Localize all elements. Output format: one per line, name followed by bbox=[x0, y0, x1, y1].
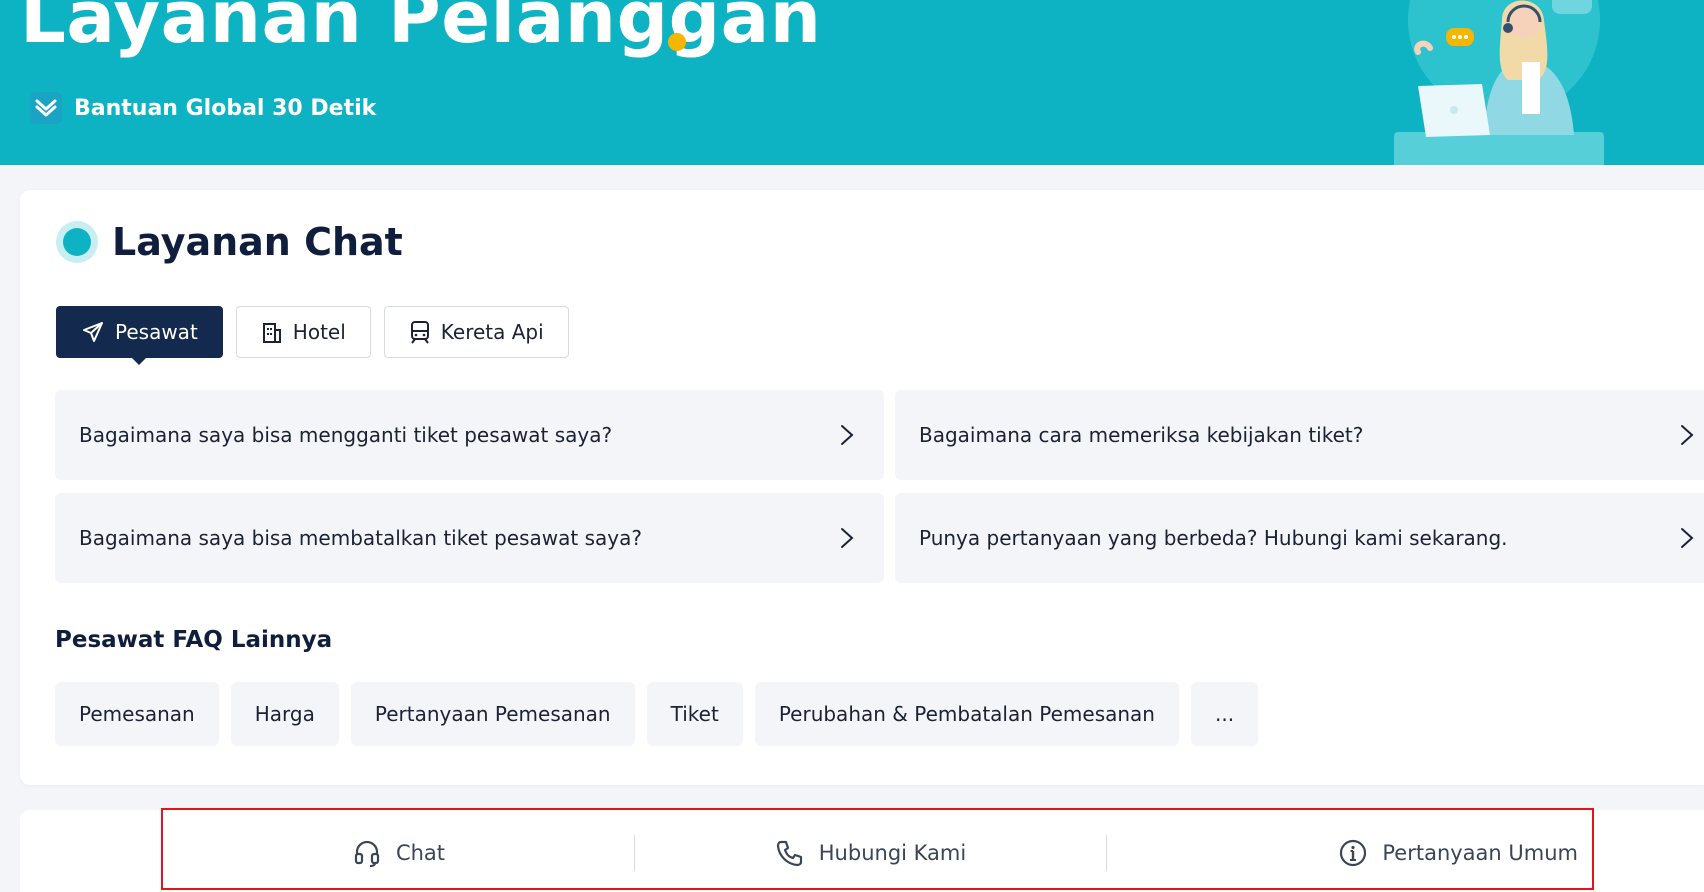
faq-category-chips: Pemesanan Harga Pertanyaan Pemesanan Tik… bbox=[55, 682, 1259, 746]
faq-chip[interactable]: Pertanyaan Pemesanan bbox=[350, 682, 635, 746]
bottom-nav-slot: Pertanyaan Umum bbox=[1107, 838, 1592, 868]
category-tabs: Pesawat Hotel Kereta Api bbox=[56, 306, 569, 365]
support-agent-illustration bbox=[1394, 0, 1604, 165]
badge-label: Bantuan Global 30 Detik bbox=[74, 95, 377, 121]
bottom-nav-slot: Hubungi Kami bbox=[635, 838, 1106, 868]
check-shield-icon bbox=[30, 92, 62, 124]
hero-banner: Layanan Pelanggan Bantuan Global 30 Deti… bbox=[0, 0, 1704, 165]
section-dot-icon bbox=[56, 221, 98, 263]
tab-label: Hotel bbox=[292, 320, 346, 344]
tab-hotel[interactable]: Hotel bbox=[235, 306, 371, 358]
faq-question: Bagaimana cara memeriksa kebijakan tiket… bbox=[919, 423, 1364, 447]
bottom-nav: Chat Hubungi Kami Pertanyaan Umum bbox=[163, 818, 1592, 888]
chevron-right-icon bbox=[841, 425, 854, 445]
section-header: Layanan Chat bbox=[56, 220, 403, 264]
faq-list: Bagaimana saya bisa mengganti tiket pesa… bbox=[55, 390, 1704, 583]
faq-question: Punya pertanyaan yang berbeda? Hubungi k… bbox=[919, 526, 1508, 550]
nav-faq[interactable]: Pertanyaan Umum bbox=[1338, 838, 1578, 868]
tab-label: Kereta Api bbox=[440, 320, 544, 344]
tab-pesawat[interactable]: Pesawat bbox=[56, 306, 223, 365]
more-faq-title: Pesawat FAQ Lainnya bbox=[55, 627, 333, 653]
nav-label: Chat bbox=[395, 841, 446, 865]
tab-kereta-api[interactable]: Kereta Api bbox=[383, 306, 569, 358]
tab-label: Pesawat bbox=[115, 320, 198, 344]
section-title: Layanan Chat bbox=[112, 220, 403, 264]
faq-chip[interactable]: Pemesanan bbox=[55, 682, 219, 746]
faq-question: Bagaimana saya bisa membatalkan tiket pe… bbox=[79, 526, 642, 550]
faq-chip-more[interactable]: ... bbox=[1190, 682, 1259, 746]
faq-item[interactable]: Bagaimana cara memeriksa kebijakan tiket… bbox=[895, 390, 1704, 480]
faq-item[interactable]: Bagaimana saya bisa mengganti tiket pesa… bbox=[55, 390, 884, 480]
info-icon bbox=[1340, 839, 1367, 867]
faq-item[interactable]: Bagaimana saya bisa membatalkan tiket pe… bbox=[55, 493, 884, 583]
nav-chat[interactable]: Chat bbox=[352, 838, 445, 868]
nav-contact[interactable]: Hubungi Kami bbox=[775, 838, 966, 868]
faq-item[interactable]: Punya pertanyaan yang berbeda? Hubungi k… bbox=[895, 493, 1704, 583]
phone-icon bbox=[776, 840, 802, 867]
faq-chip[interactable]: Harga bbox=[230, 682, 339, 746]
title-accent-dot bbox=[668, 33, 686, 51]
plane-icon bbox=[83, 322, 103, 342]
faq-chip[interactable]: Perubahan & Pembatalan Pemesanan bbox=[754, 682, 1179, 746]
faq-question: Bagaimana saya bisa mengganti tiket pesa… bbox=[79, 423, 613, 447]
building-icon bbox=[262, 323, 281, 343]
chevron-right-icon bbox=[1681, 425, 1694, 445]
headset-icon bbox=[354, 840, 380, 867]
page-title: Layanan Pelanggan bbox=[20, 0, 822, 59]
global-support-badge: Bantuan Global 30 Detik bbox=[20, 86, 388, 130]
bottom-nav-slot: Chat bbox=[163, 838, 634, 868]
faq-chip[interactable]: Tiket bbox=[646, 682, 743, 746]
nav-label: Hubungi Kami bbox=[818, 841, 967, 865]
chat-service-card: Layanan Chat Pesawat Hotel Kereta Api Ba… bbox=[20, 190, 1704, 785]
chevron-right-icon bbox=[1681, 528, 1694, 548]
chevron-right-icon bbox=[841, 528, 854, 548]
train-icon bbox=[410, 321, 429, 344]
nav-label: Pertanyaan Umum bbox=[1382, 841, 1578, 865]
